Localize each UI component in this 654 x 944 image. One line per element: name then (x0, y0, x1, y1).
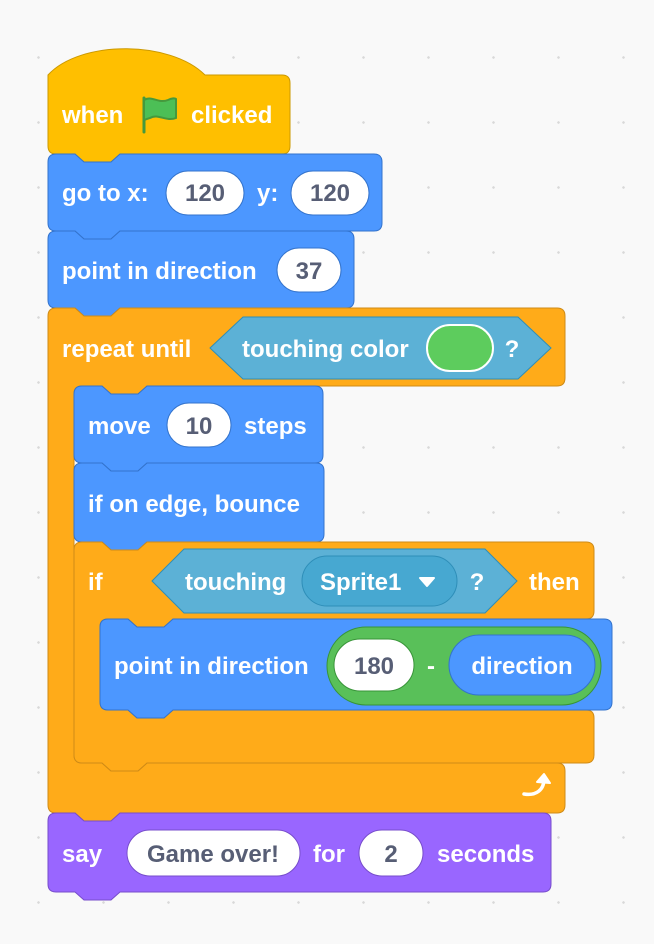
subtract-operator[interactable]: 180 - direction (326, 626, 602, 706)
direction-reporter[interactable]: direction (471, 653, 572, 680)
seconds-input[interactable]: 2 (384, 841, 397, 868)
touching-color-condition[interactable]: touching color ? (209, 316, 552, 380)
clicked-label: clicked (191, 102, 272, 129)
point-in-direction-operator-block[interactable]: point in direction 180 - direction (99, 618, 613, 719)
sprite-dropdown-value[interactable]: Sprite1 (320, 569, 401, 596)
point-in-direction-block[interactable]: point in direction 37 (47, 230, 355, 317)
go-to-label: go to x: (62, 180, 149, 207)
y-label: y: (257, 180, 278, 207)
point-label: point in direction (62, 258, 257, 285)
touching-sprite-condition[interactable]: touching Sprite1 ? (151, 548, 518, 614)
when-flag-clicked-block[interactable]: when clicked (47, 48, 291, 163)
then-label: then (529, 569, 580, 596)
bounce-label: if on edge, bounce (88, 491, 300, 518)
move-steps-block[interactable]: move 10 steps (73, 385, 324, 472)
x-input[interactable]: 120 (185, 180, 225, 207)
if-label: if (88, 569, 104, 596)
when-label: when (61, 102, 123, 129)
touching-color-label: touching color (242, 336, 409, 363)
move-label: move (88, 413, 151, 440)
touching-label: touching (185, 569, 286, 596)
seconds-label: seconds (437, 841, 534, 868)
sprite-dropdown[interactable]: Sprite1 (301, 555, 458, 607)
repeat-until-label: repeat until (62, 336, 191, 363)
minus-symbol: - (427, 653, 435, 680)
message-input[interactable]: Game over! (147, 841, 279, 868)
touching-question: ? (470, 569, 485, 596)
direction-input[interactable]: 37 (296, 258, 323, 285)
point2-label: point in direction (114, 653, 309, 680)
steps-input[interactable]: 10 (186, 413, 213, 440)
operand-left-input[interactable]: 180 (354, 653, 394, 680)
say-for-seconds-block[interactable]: say Game over! for 2 seconds (47, 812, 552, 901)
y-input[interactable]: 120 (310, 180, 350, 207)
for-label: for (313, 841, 345, 868)
touching-color-question: ? (505, 336, 520, 363)
color-swatch[interactable] (426, 324, 494, 372)
say-label: say (62, 841, 103, 868)
bounce-block[interactable]: if on edge, bounce (73, 462, 325, 551)
go-to-xy-block[interactable]: go to x: 120 y: 120 (47, 153, 383, 240)
steps-label: steps (244, 413, 307, 440)
